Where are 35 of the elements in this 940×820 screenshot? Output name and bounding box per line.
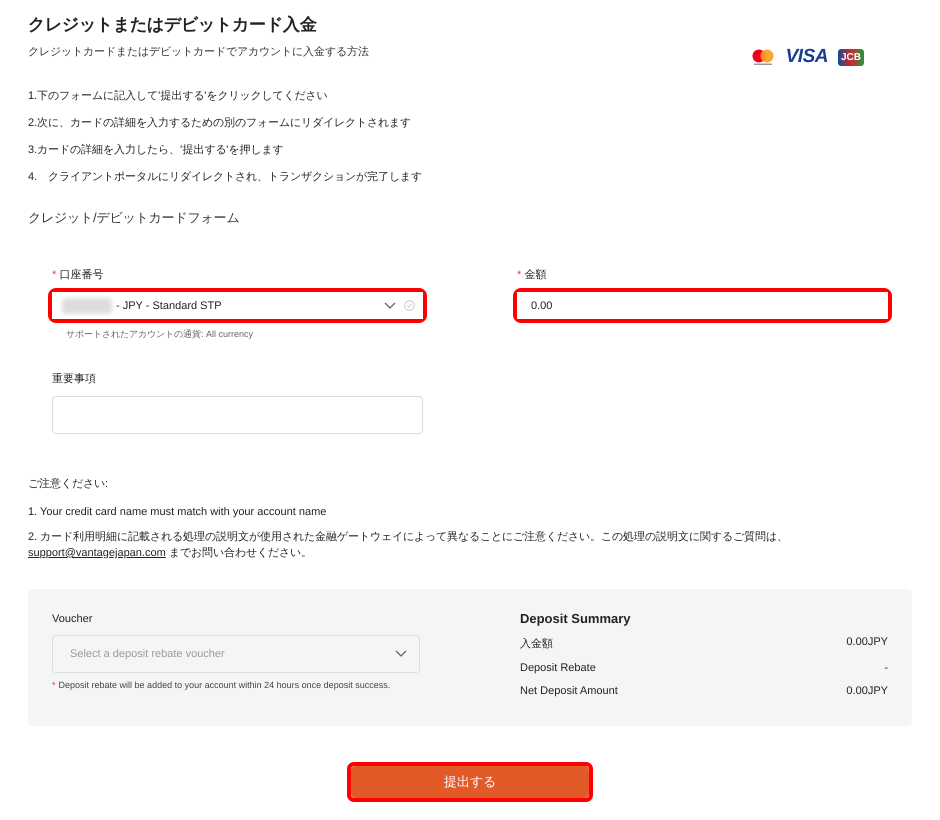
summary-value: 0.00JPY (846, 636, 888, 650)
notice-title: ご注意ください: (28, 476, 110, 492)
notice-text: 1. Your credit card name must match with your account name (28, 505, 328, 520)
jcb-logo: JCB (838, 48, 864, 66)
instruction-step: 2.次に、カードの詳細を入力するための別のフォームにリダイレクトされます (28, 116, 912, 130)
support-email-link[interactable]: support@vantagejapan.com (28, 547, 166, 559)
instruction-step: 3.カードの詳細を入力したら、'提出する'を押します (28, 143, 912, 157)
mastercard-logo (750, 48, 776, 66)
visa-logo: VISA (786, 46, 828, 68)
instruction-step: 1.下のフォームに記入して'提出する'をクリックしてください (28, 89, 912, 103)
field-label: * 口座番号 (52, 268, 104, 282)
instruction-step: 4. クライアントポータルにリダイレクトされ、トランザクションが完了します (28, 170, 912, 184)
notice-text: 2. カード利用明細に記載される処理の説明文が使用された金融ゲートウェイによって異なることにご注意ください。この処理の説明文に関するご質問は、 support@vantagejapan.com までお問い合わせください。 (28, 530, 790, 561)
chevron-down-icon (395, 650, 407, 658)
submit-button[interactable]: 提出する (351, 766, 589, 798)
page-title: クレジットまたはデビットカード入金 (28, 14, 318, 36)
summary-value: - (884, 662, 888, 674)
notes-input-field[interactable] (52, 396, 423, 434)
summary-label: Net Deposit Amount (520, 685, 618, 697)
check-circle-icon (404, 300, 415, 311)
account-select[interactable]: - JPY - Standard STP (52, 292, 423, 319)
summary-title: Deposit Summary (520, 611, 632, 626)
page-subtitle: クレジットカードまたはデビットカードでアカウントに入金する方法 (28, 44, 369, 59)
summary-value: 0.00JPY (846, 685, 888, 697)
field-label: Voucher (52, 613, 94, 625)
chevron-down-icon (384, 302, 396, 310)
field-label: 重要事項 (52, 372, 97, 386)
field-hint: サポートされたアカウントの通貨: All currency (66, 328, 254, 341)
amount-input-field[interactable]: 0.00 (517, 292, 888, 319)
field-label: * 金額 (517, 268, 548, 282)
form-title: クレジット/デビットカードフォーム (28, 209, 241, 227)
voucher-hint: * Deposit rebate will be added to your account within 24 hours once deposit success. (52, 680, 392, 690)
summary-label: Deposit Rebate (520, 662, 596, 674)
summary-label: 入金額 (520, 636, 553, 651)
select-value: - JPY - Standard STP (116, 300, 223, 312)
